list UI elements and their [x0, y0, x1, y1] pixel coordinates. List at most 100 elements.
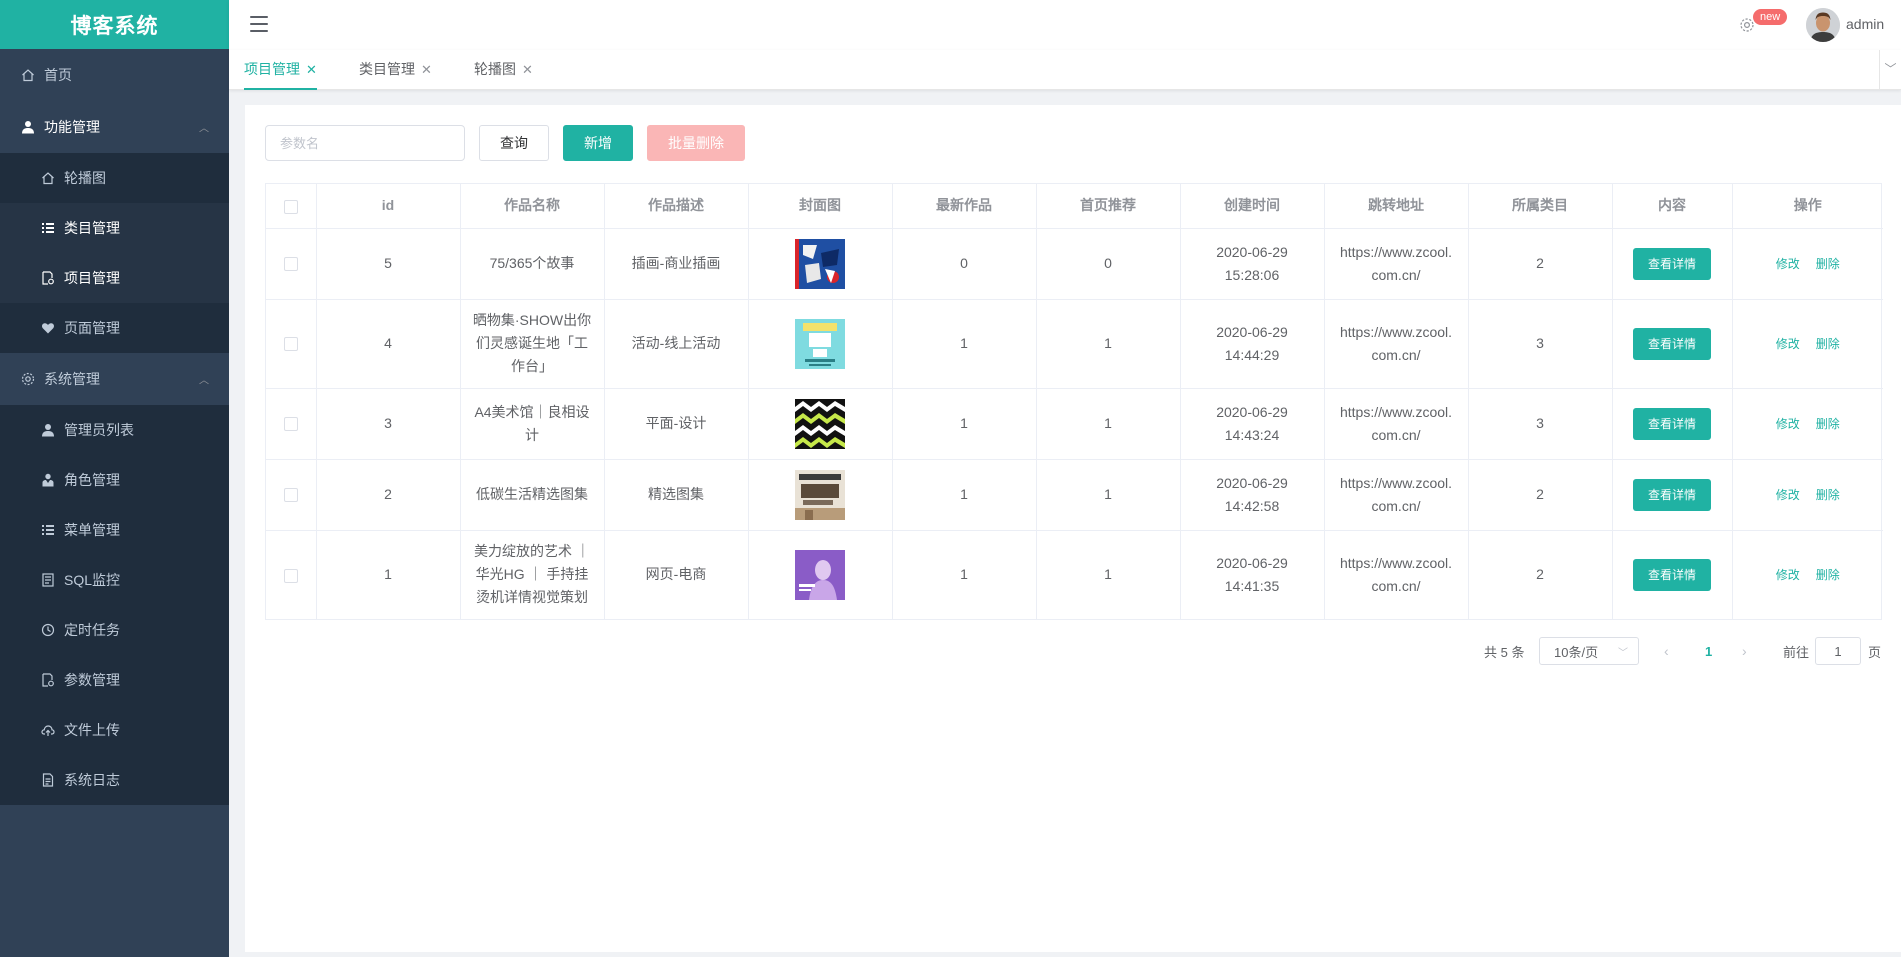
- cell-category: 2: [1468, 228, 1613, 300]
- user-icon: [40, 422, 56, 438]
- edit-link[interactable]: 修改: [1776, 337, 1800, 351]
- delete-link[interactable]: 删除: [1816, 488, 1840, 502]
- table-header-row: id 作品名称 作品描述 封面图 最新作品 首页推荐 创建时间 跳转地址 所属类…: [266, 184, 1883, 229]
- edit-link[interactable]: 修改: [1776, 488, 1800, 502]
- view-detail-button[interactable]: 查看详情: [1632, 478, 1711, 511]
- table-row: 4 晒物集·SHOW出你们灵感诞生地「工作台」 活动-线上活动 1 1 2020…: [266, 299, 1883, 389]
- cover-image[interactable]: [795, 398, 845, 449]
- chevron-down-icon: ﹀: [1618, 648, 1628, 659]
- delete-link[interactable]: 删除: [1816, 568, 1840, 582]
- sidebar-group-label: 系统管理: [44, 371, 100, 387]
- delete-link[interactable]: 删除: [1816, 337, 1840, 351]
- cell-name: 低碳生活精选图集: [460, 459, 605, 531]
- cover-image[interactable]: [795, 318, 845, 369]
- cell-latest: 1: [892, 299, 1037, 389]
- delete-link[interactable]: 删除: [1816, 257, 1840, 271]
- cell-id: 1: [316, 530, 461, 619]
- close-icon[interactable]: ✕: [522, 62, 533, 77]
- sidebar-item-system-log[interactable]: 系统日志: [0, 755, 229, 805]
- view-detail-button[interactable]: 查看详情: [1632, 407, 1711, 440]
- cell-name: 晒物集·SHOW出你们灵感诞生地「工作台」: [460, 299, 605, 389]
- home-icon: [40, 170, 56, 186]
- cell-created: 2020-06-29 14:41:35: [1180, 530, 1325, 619]
- view-detail-button[interactable]: 查看详情: [1632, 327, 1711, 360]
- batch-delete-button[interactable]: 批量删除: [647, 125, 745, 161]
- sidebar: 博客系统 首页 功能管理 ︿ 轮播图 类目管理 项目管理 页面管理 系统管理 ︿…: [0, 0, 229, 957]
- username[interactable]: admin: [1846, 16, 1884, 32]
- sidebar-item-admin-list[interactable]: 管理员列表: [0, 405, 229, 455]
- sidebar-item-label: 角色管理: [64, 472, 120, 488]
- table-row: 1 美力绽放的艺术 ｜ 华光HG ｜ 手持挂烫机详情视觉策划 网页-电商 1 1…: [266, 530, 1883, 619]
- column-header: 作品名称: [460, 184, 605, 229]
- cell-recommend: 1: [1036, 530, 1181, 619]
- column-header: id: [316, 184, 461, 229]
- row-checkbox[interactable]: [283, 488, 298, 503]
- sidebar-item-label: 参数管理: [64, 672, 120, 688]
- query-button[interactable]: 查询: [479, 125, 549, 161]
- tab-label: 类目管理: [359, 61, 415, 77]
- cell-desc: 精选图集: [604, 459, 749, 531]
- view-detail-button[interactable]: 查看详情: [1632, 558, 1711, 591]
- goto-page-input[interactable]: [1815, 637, 1861, 665]
- sidebar-item-page[interactable]: 页面管理: [0, 303, 229, 353]
- sidebar-item-params[interactable]: 参数管理: [0, 655, 229, 705]
- sidebar-item-file-upload[interactable]: 文件上传: [0, 705, 229, 755]
- cell-id: 5: [316, 228, 461, 300]
- column-header: 最新作品: [892, 184, 1037, 229]
- sidebar-item-sql-monitor[interactable]: SQL监控: [0, 555, 229, 605]
- cell-category: 2: [1468, 530, 1613, 619]
- sidebar-group-function[interactable]: 功能管理 ︿: [0, 101, 229, 153]
- page-size-select[interactable]: 10条/页 ﹀: [1539, 637, 1639, 665]
- cell-url: https://www.zcool.com.cn/: [1324, 459, 1469, 531]
- tab-category[interactable]: 类目管理 ✕: [359, 50, 432, 90]
- tab-carousel[interactable]: 轮播图 ✕: [474, 50, 533, 90]
- cover-image[interactable]: [795, 238, 845, 289]
- table-row: 3 A4美术馆｜良相设计 平面-设计 1 1 2020-06-29 14:43:…: [266, 388, 1883, 460]
- param-name-input[interactable]: [265, 125, 465, 161]
- cell-latest: 1: [892, 459, 1037, 531]
- next-page-icon[interactable]: ›: [1742, 637, 1747, 665]
- prev-page-icon[interactable]: ‹: [1664, 637, 1669, 665]
- sidebar-item-carousel[interactable]: 轮播图: [0, 153, 229, 203]
- delete-link[interactable]: 删除: [1816, 417, 1840, 431]
- cell-url: https://www.zcool.com.cn/: [1324, 530, 1469, 619]
- edit-link[interactable]: 修改: [1776, 257, 1800, 271]
- view-detail-button[interactable]: 查看详情: [1632, 247, 1711, 280]
- user-tie-icon: [40, 472, 56, 488]
- sidebar-item-label: 项目管理: [64, 270, 120, 286]
- sidebar-item-menu[interactable]: 菜单管理: [0, 505, 229, 555]
- chevron-down-icon[interactable]: ﹀: [1879, 50, 1901, 90]
- sidebar-item-scheduled-task[interactable]: 定时任务: [0, 605, 229, 655]
- edit-link[interactable]: 修改: [1776, 417, 1800, 431]
- edit-link[interactable]: 修改: [1776, 568, 1800, 582]
- cover-image[interactable]: [795, 469, 845, 520]
- row-checkbox[interactable]: [283, 337, 298, 352]
- column-header: 首页推荐: [1036, 184, 1181, 229]
- select-all-cell: [266, 184, 317, 229]
- current-page[interactable]: 1: [1705, 637, 1712, 665]
- pagination-total: 共 5 条: [1484, 644, 1525, 660]
- cell-name: A4美术馆｜良相设计: [460, 388, 605, 460]
- sidebar-item-project[interactable]: 项目管理: [0, 253, 229, 303]
- sidebar-group-label: 功能管理: [44, 119, 100, 135]
- select-all-checkbox[interactable]: [283, 199, 298, 214]
- avatar[interactable]: [1806, 8, 1840, 42]
- cell-name: 75/365个故事: [460, 228, 605, 300]
- tab-project[interactable]: 项目管理 ✕: [244, 50, 317, 90]
- sidebar-item-role[interactable]: 角色管理: [0, 455, 229, 505]
- close-icon[interactable]: ✕: [306, 62, 317, 77]
- document-settings-icon: [40, 270, 56, 286]
- sidebar-item-home[interactable]: 首页: [0, 49, 229, 101]
- cell-desc: 平面-设计: [604, 388, 749, 460]
- row-checkbox[interactable]: [283, 568, 298, 583]
- cover-image[interactable]: [795, 549, 845, 600]
- add-button[interactable]: 新增: [563, 125, 633, 161]
- close-icon[interactable]: ✕: [421, 62, 432, 77]
- sidebar-item-category[interactable]: 类目管理: [0, 203, 229, 253]
- sidebar-group-system[interactable]: 系统管理 ︿: [0, 353, 229, 405]
- hamburger-icon[interactable]: [250, 16, 268, 32]
- cell-created: 2020-06-29 14:43:24: [1180, 388, 1325, 460]
- row-checkbox[interactable]: [283, 417, 298, 432]
- submenu-system: 管理员列表 角色管理 菜单管理 SQL监控 定时任务 参数管理 文件上传 系统日…: [0, 405, 229, 805]
- row-checkbox[interactable]: [283, 257, 298, 272]
